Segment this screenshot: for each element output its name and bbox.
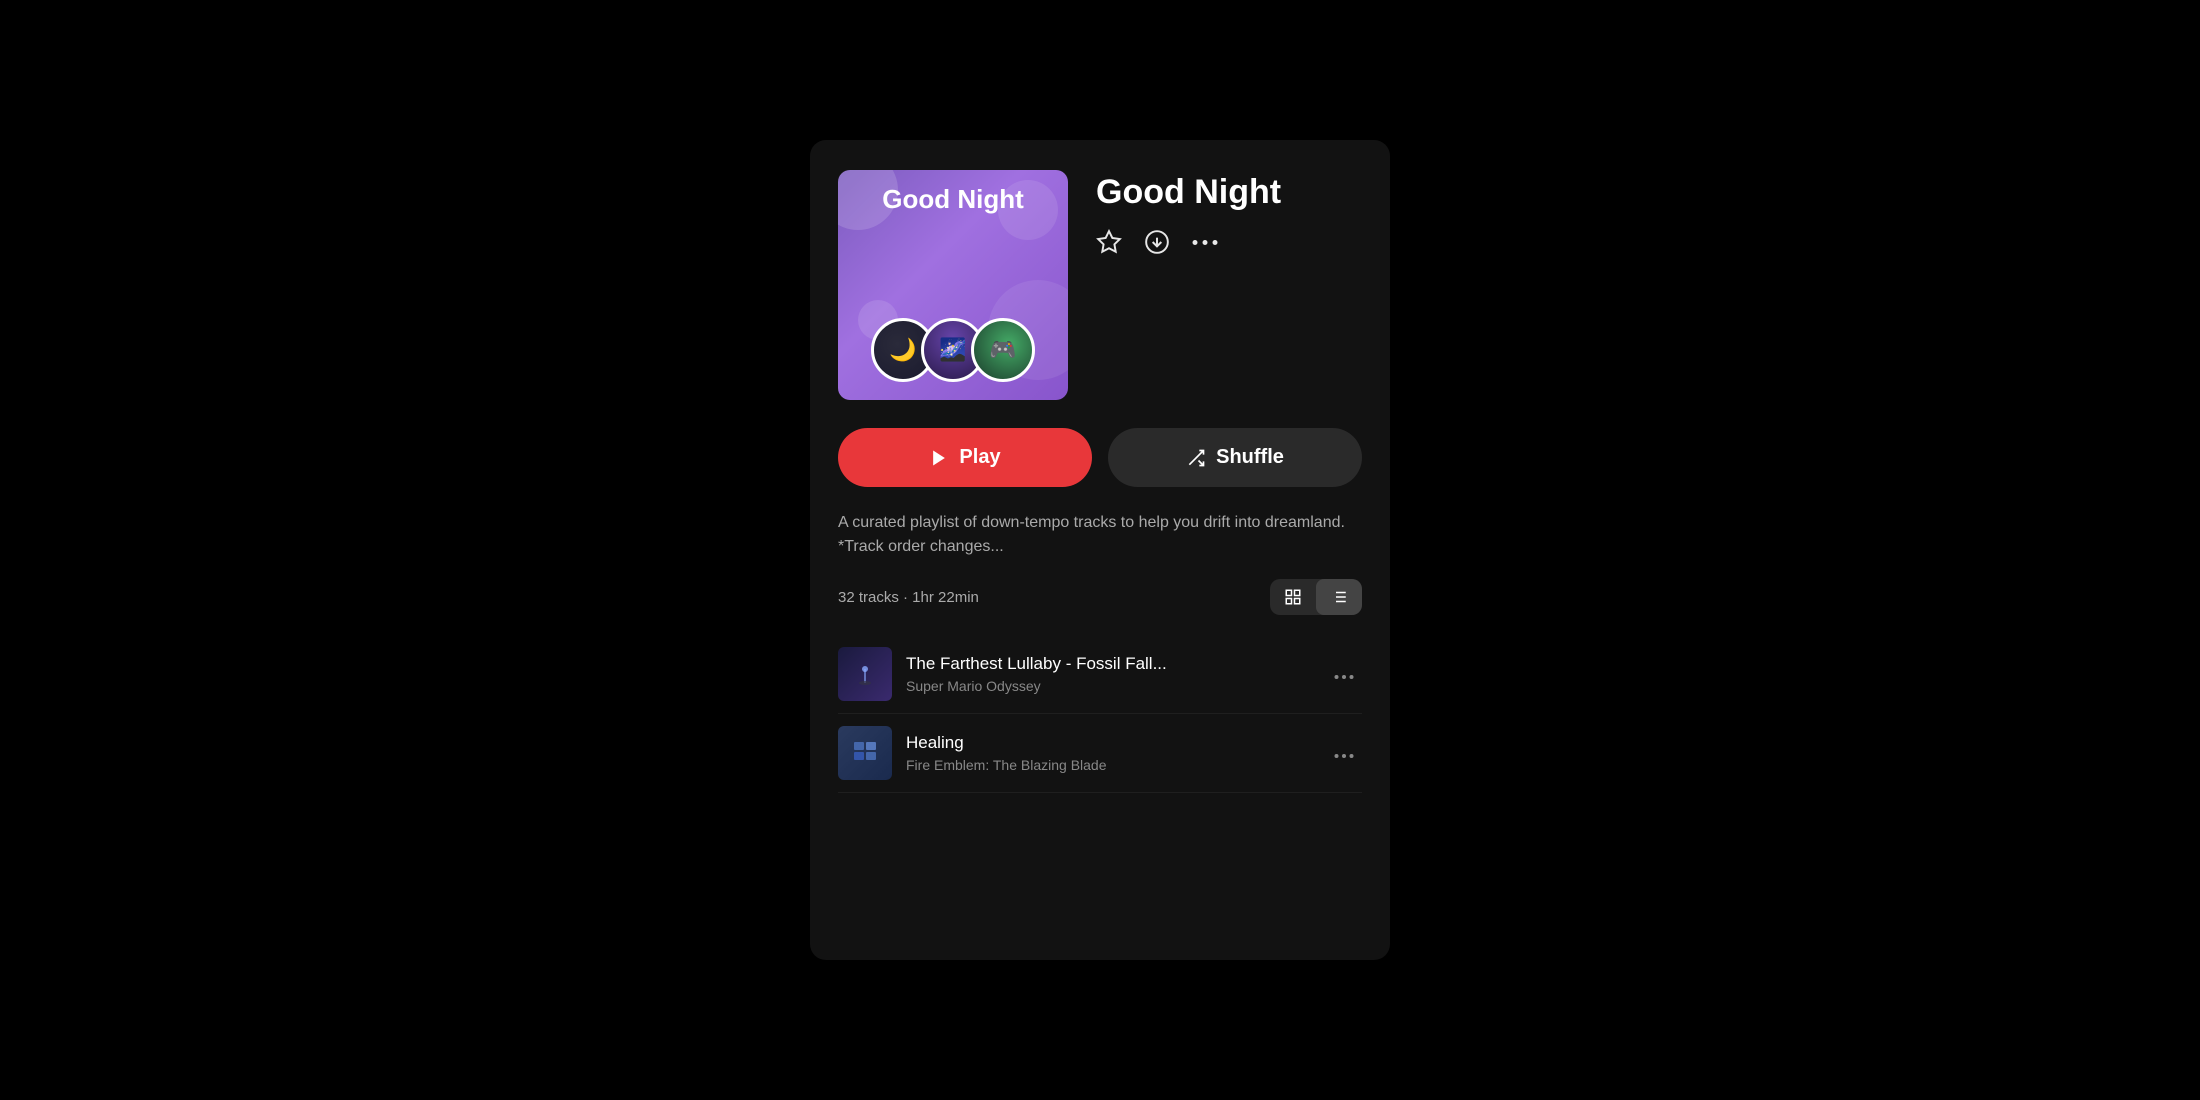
track-list: The Farthest Lullaby - Fossil Fall... Su…	[838, 635, 1362, 793]
play-icon	[929, 448, 949, 468]
track-art-2	[850, 738, 880, 768]
track-info-2: Healing Fire Emblem: The Blazing Blade	[906, 733, 1312, 773]
grid-view-button[interactable]	[1270, 579, 1316, 615]
track-more-button-2[interactable]	[1326, 738, 1362, 769]
playlist-artwork: Good Night	[838, 170, 1068, 400]
track-meta: 32 tracks · 1hr 22min	[838, 579, 1362, 615]
play-label: Play	[959, 446, 1000, 469]
playlist-title: Good Night	[1096, 174, 1362, 211]
shuffle-icon	[1186, 448, 1206, 468]
action-icons	[1096, 229, 1362, 255]
favorite-button[interactable]	[1096, 229, 1122, 255]
track-artist-1: Super Mario Odyssey	[906, 678, 1312, 694]
app-container: Good Night Good Night	[810, 140, 1390, 960]
grid-icon	[1284, 588, 1302, 606]
view-toggle	[1270, 579, 1362, 615]
star-icon	[1096, 229, 1122, 255]
shuffle-label: Shuffle	[1216, 446, 1284, 469]
track-more-button-1[interactable]	[1326, 659, 1362, 690]
more-options-button[interactable]	[1192, 239, 1218, 246]
more-dots-icon-2	[1334, 753, 1354, 759]
list-item: The Farthest Lullaby - Fossil Fall... Su…	[838, 635, 1362, 714]
track-name-2: Healing	[906, 733, 1312, 753]
more-dots-icon-1	[1334, 674, 1354, 680]
track-circle-3	[971, 318, 1035, 382]
playlist-info: Good Night	[1096, 170, 1362, 255]
track-info-1: The Farthest Lullaby - Fossil Fall... Su…	[906, 654, 1312, 694]
download-button[interactable]	[1144, 229, 1170, 255]
list-icon	[1330, 588, 1348, 606]
track-thumbnail-1	[838, 647, 892, 701]
track-thumbnail-2	[838, 726, 892, 780]
shuffle-button[interactable]: Shuffle	[1108, 428, 1362, 487]
track-name-1: The Farthest Lullaby - Fossil Fall...	[906, 654, 1312, 674]
list-view-button[interactable]	[1316, 579, 1362, 615]
playlist-description: A curated playlist of down-tempo tracks …	[838, 511, 1362, 559]
artwork-title: Good Night	[882, 184, 1024, 215]
artwork-circles	[871, 318, 1035, 382]
header-section: Good Night Good Night	[838, 170, 1362, 400]
track-art-1	[850, 659, 880, 689]
more-icon	[1192, 239, 1218, 246]
download-icon	[1144, 229, 1170, 255]
play-button[interactable]: Play	[838, 428, 1092, 487]
track-count: 32 tracks · 1hr 22min	[838, 589, 979, 606]
list-item: Healing Fire Emblem: The Blazing Blade	[838, 714, 1362, 793]
playback-buttons: Play Shuffle	[838, 428, 1362, 487]
track-artist-2: Fire Emblem: The Blazing Blade	[906, 757, 1312, 773]
